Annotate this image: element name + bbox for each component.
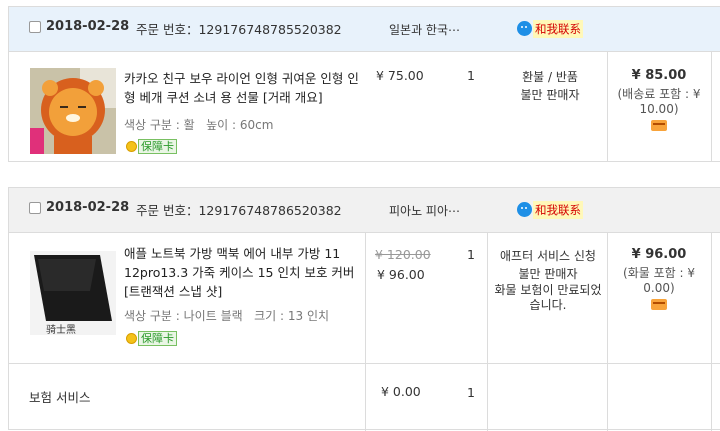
- guarantee-icon: [126, 333, 137, 344]
- order-number: 주문 번호：129176748785520382: [136, 22, 342, 37]
- item-price: ¥ 75.00: [376, 68, 424, 83]
- insurance-row: 보험 서비스 ¥ 0.00 1: [9, 364, 720, 431]
- guarantee-badge[interactable]: 保障卡: [126, 139, 177, 154]
- order-date: 2018-02-28: [46, 200, 130, 215]
- shipping-note: (배송료 포함 : ¥ 10.00): [617, 87, 701, 116]
- thumbnail-caption: 骑士黑: [46, 325, 76, 335]
- complain-seller-link[interactable]: 불만 판매자: [491, 265, 605, 283]
- product-thumbnail-laptop-sleeve[interactable]: 骑士黑: [30, 251, 116, 335]
- chat-icon: [517, 21, 532, 36]
- shop-name-link[interactable]: 피아노 피아⋯: [389, 202, 460, 219]
- refund-return-link[interactable]: 환불 / 반품: [497, 68, 603, 86]
- order-header: 2018-02-28 주문 번호：129176748785520382 일본과 …: [9, 7, 720, 52]
- insurance-expired-note: 화물 보험이 만료되었습니다.: [494, 283, 602, 312]
- insurance-price: ¥ 0.00: [381, 384, 421, 399]
- order-number: 주문 번호：129176748786520382: [136, 203, 342, 218]
- contact-seller-button[interactable]: 和我联系: [517, 199, 583, 219]
- chat-icon: [517, 202, 532, 217]
- order-card-2: 2018-02-28 주문 번호：129176748786520382 피아노 …: [8, 187, 720, 431]
- item-quantity: 1: [467, 68, 475, 83]
- order-actions: 애프터 서비스 신청 불만 판매자 화물 보험이 만료되었습니다.: [491, 247, 605, 313]
- item-quantity: 1: [467, 247, 475, 262]
- order-item-row: 骑士黑 애플 노트북 가방 맥북 에어 내부 가방 11 12pro13.3 가…: [9, 233, 720, 364]
- complain-seller-link[interactable]: 불만 판매자: [497, 86, 603, 104]
- payment-card-icon[interactable]: [651, 120, 667, 131]
- insurance-quantity: 1: [467, 385, 475, 400]
- shop-name-link[interactable]: 일본과 한국⋯: [389, 21, 460, 38]
- item-original-price: ¥ 120.00: [375, 247, 431, 262]
- order-checkbox[interactable]: [29, 21, 41, 33]
- product-title-link[interactable]: 애플 노트북 가방 맥북 에어 내부 가방 11 12pro13.3 가죽 케이…: [124, 244, 366, 301]
- product-sku: 색상 구분 : 나이트 블랙 크기 : 13 인치: [124, 309, 330, 323]
- contact-seller-button[interactable]: 和我联系: [517, 18, 583, 38]
- insurance-service-label: 보험 서비스: [29, 390, 91, 405]
- order-card-1: 2018-02-28 주문 번호：129176748785520382 일본과 …: [8, 6, 720, 162]
- order-header: 2018-02-28 주문 번호：129176748786520382 피아노 …: [9, 188, 720, 233]
- order-checkbox[interactable]: [29, 202, 41, 214]
- item-price: ¥ 96.00: [377, 267, 425, 282]
- order-actions: 환불 / 반품 불만 판매자: [497, 68, 603, 104]
- guarantee-badge[interactable]: 保障卡: [126, 331, 177, 346]
- guarantee-icon: [126, 141, 137, 152]
- shipping-note: (화물 포함 : ¥ 0.00): [623, 266, 695, 295]
- order-total: ¥ 96.00 (화물 포함 : ¥ 0.00): [609, 247, 709, 313]
- product-thumbnail-lion-doll[interactable]: [30, 68, 116, 154]
- order-item-row: 카카오 친구 보우 라이언 인형 귀여운 인형 인형 베개 쿠션 소녀 용 선물…: [9, 52, 720, 162]
- payment-card-icon[interactable]: [651, 299, 667, 310]
- product-sku: 색상 구분 : 활 높이 : 60cm: [124, 118, 274, 132]
- order-date: 2018-02-28: [46, 19, 130, 34]
- after-sales-link[interactable]: 애프터 서비스 신청: [491, 247, 605, 265]
- product-title-link[interactable]: 카카오 친구 보우 라이언 인형 귀여운 인형 인형 베개 쿠션 소녀 용 선물…: [124, 69, 360, 107]
- order-total: ¥ 85.00 (배송료 포함 : ¥ 10.00): [609, 68, 709, 134]
